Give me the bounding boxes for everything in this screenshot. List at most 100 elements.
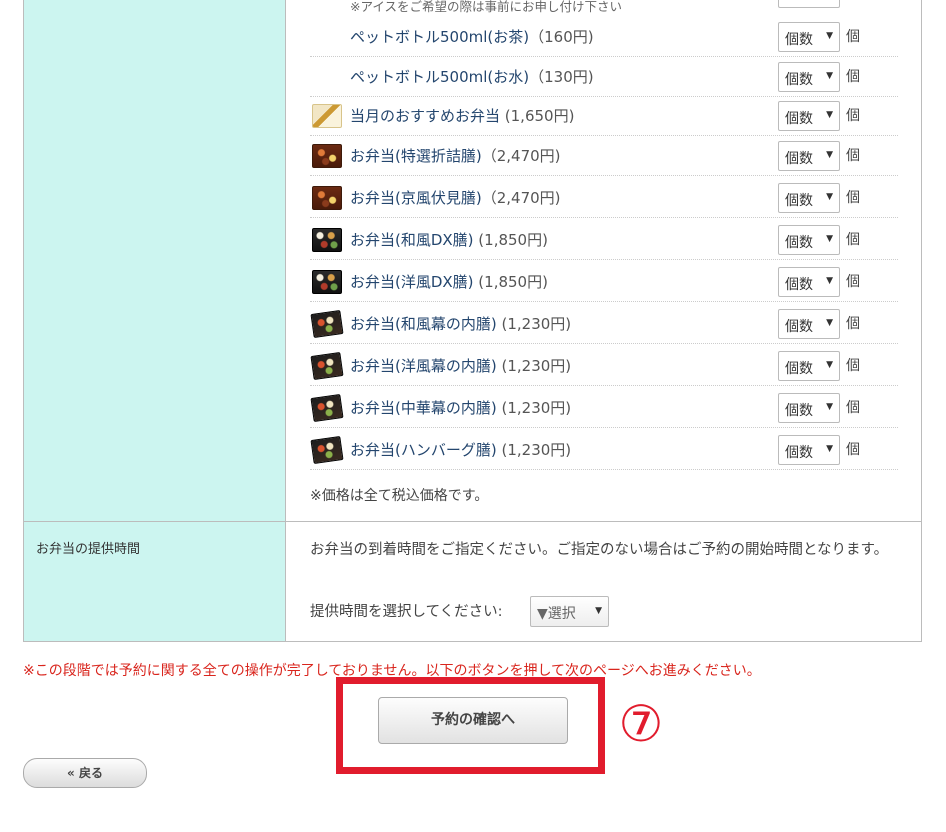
quantity-select[interactable]: 個数 ▼ [778,183,840,213]
menu-item-price: （2,470円) [481,189,561,207]
quantity-select-value: 個数 [785,193,813,209]
menu-item-title: ペットボトル500ml(お茶) [350,28,530,46]
quantity-select[interactable]: 個数 ▼ [778,141,840,171]
menu-item-title: お弁当(和風DX膳) [350,231,474,249]
menu-item-name: ペットボトル500ml(お水)（130円) [350,66,594,87]
menu-item-price: (1,650円) [500,107,575,125]
menu-item-name: お弁当(中華幕の内膳) (1,230円) [350,397,571,418]
menu-item-title: お弁当(中華幕の内膳) [350,399,497,417]
quantity-select[interactable]: 個数 ▼ [778,393,840,423]
quantity-select[interactable]: 個数 ▼ [778,62,840,92]
quantity-select-value: 個数 [785,403,813,419]
menu-item-title: 当月のおすすめお弁当 [350,107,501,125]
bento-box-icon [310,352,344,380]
menu-item-name: お弁当(洋風DX膳) (1,850円) [350,271,548,292]
ice-note: ※アイスをご希望の際は事前にお申し付け下さい [350,0,622,14]
quantity-select-value: 個数 [785,277,813,293]
menu-item-row: お弁当(洋風DX膳) (1,850円) 個数 ▼ 個 [310,261,898,302]
chevron-down-icon: ▼ [826,234,833,244]
menu-item-title: お弁当(和風幕の内膳) [350,315,497,333]
quantity-unit: 個 [846,274,860,290]
menu-item-price: (1,850円) [473,231,548,249]
menu-item-name: お弁当(特選折詰膳)（2,470円) [350,145,561,166]
menu-item-title: お弁当(ハンバーグ膳) [350,441,497,459]
menu-item-row: ペットボトル500ml(お茶)（160円) 個数 ▼ 個 [310,16,898,57]
menu-item-price: (1,850円) [473,273,548,291]
bento-box-icon [310,394,344,422]
menu-item-price: （130円) [529,68,594,86]
menu-item-price: (1,230円) [496,441,572,459]
quantity-select-value: 個数 [785,151,813,167]
row-divider [24,521,921,522]
menu-item-row: お弁当(京風伏見膳)（2,470円) 個数 ▼ 個 [310,177,898,218]
quantity-select-partial[interactable] [778,0,840,8]
bento-recommended-icon [312,104,342,128]
menu-item-name: お弁当(洋風幕の内膳) (1,230円) [350,355,571,376]
chevron-down-icon: ▼ [826,71,833,81]
menu-item-row: ペットボトル500ml(お水)（130円) 個数 ▼ 個 [310,56,898,97]
menu-item-title: お弁当(洋風DX膳) [350,273,474,291]
chevron-down-icon: ▼ [826,402,833,412]
quantity-select-value: 個数 [785,235,813,251]
menu-item-name: ペットボトル500ml(お茶)（160円) [350,26,594,47]
menu-item-row: お弁当(中華幕の内膳) (1,230円) 個数 ▼ 個 [310,387,898,428]
delivery-time-select-value: ▼選択 [537,606,576,622]
menu-item-price: (1,230円) [496,315,572,333]
menu-item-title: お弁当(洋風幕の内膳) [350,357,497,375]
menu-item-title: お弁当(京風伏見膳) [350,189,482,207]
quantity-unit: 個 [846,190,860,206]
quantity-unit: 個 [846,108,860,124]
quantity-unit: 個 [846,442,860,458]
bento-box-icon [310,436,344,464]
quantity-select[interactable]: 個数 ▼ [778,309,840,339]
menu-item-price: （160円) [529,28,594,46]
chevron-down-icon: ▼ [826,150,833,160]
menu-item-price: (1,230円) [496,399,572,417]
menu-item-title: ペットボトル500ml(お水) [350,68,530,86]
menu-item-name: 当月のおすすめお弁当 (1,650円) [350,105,574,126]
quantity-select-value: 個数 [785,32,813,48]
menu-item-name: お弁当(和風DX膳) (1,850円) [350,229,548,250]
quantity-select[interactable]: 個数 ▼ [778,22,840,52]
quantity-select[interactable]: 個数 ▼ [778,101,840,131]
quantity-unit: 個 [846,148,860,164]
menu-item-row: お弁当(和風幕の内膳) (1,230円) 個数 ▼ 個 [310,303,898,344]
chevron-down-icon: ▼ [595,606,602,616]
bento-box-icon [312,228,342,252]
back-button[interactable]: « 戻る [23,758,147,788]
quantity-select[interactable]: 個数 ▼ [778,435,840,465]
quantity-unit: 個 [846,400,860,416]
menu-item-title: お弁当(特選折詰膳) [350,147,482,165]
quantity-select-value: 個数 [785,445,813,461]
quantity-unit: 個 [846,358,860,374]
menu-item-row: お弁当(特選折詰膳)（2,470円) 個数 ▼ 個 [310,135,898,176]
quantity-select-value: 個数 [785,72,813,88]
chevron-down-icon: ▼ [826,192,833,202]
delivery-time-label: お弁当の提供時間 [36,542,141,557]
quantity-unit: 個 [846,29,860,45]
quantity-unit: 個 [846,232,860,248]
chevron-down-icon: ▼ [826,31,833,41]
quantity-select-value: 個数 [785,111,813,127]
menu-item-name: お弁当(和風幕の内膳) (1,230円) [350,313,571,334]
quantity-select[interactable]: 個数 ▼ [778,267,840,297]
quantity-select-value: 個数 [785,361,813,377]
delivery-description: お弁当の到着時間をご指定ください。ご指定のない場合はご予約の開始時間となります。 [310,542,889,558]
highlight-annotation-box [336,677,605,774]
quantity-select[interactable]: 個数 ▼ [778,351,840,381]
delivery-select-label: 提供時間を選択してください: [310,604,503,620]
menu-item-row: お弁当(洋風幕の内膳) (1,230円) 個数 ▼ 個 [310,345,898,386]
bento-box-icon [312,186,342,210]
menu-item-name: お弁当(ハンバーグ膳) (1,230円) [350,439,571,460]
menu-item-price: （2,470円) [481,147,561,165]
quantity-select-value: 個数 [785,319,813,335]
bento-box-icon [312,144,342,168]
bento-box-icon [310,310,344,338]
chevron-down-icon: ▼ [826,276,833,286]
step-number-annotation: ⑦ [618,695,664,753]
quantity-unit: 個 [846,69,860,85]
chevron-down-icon: ▼ [826,444,833,454]
quantity-select[interactable]: 個数 ▼ [778,225,840,255]
tax-note: ※価格は全て税込価格です。 [310,488,489,504]
delivery-time-select[interactable]: ▼選択 ▼ [530,596,609,627]
